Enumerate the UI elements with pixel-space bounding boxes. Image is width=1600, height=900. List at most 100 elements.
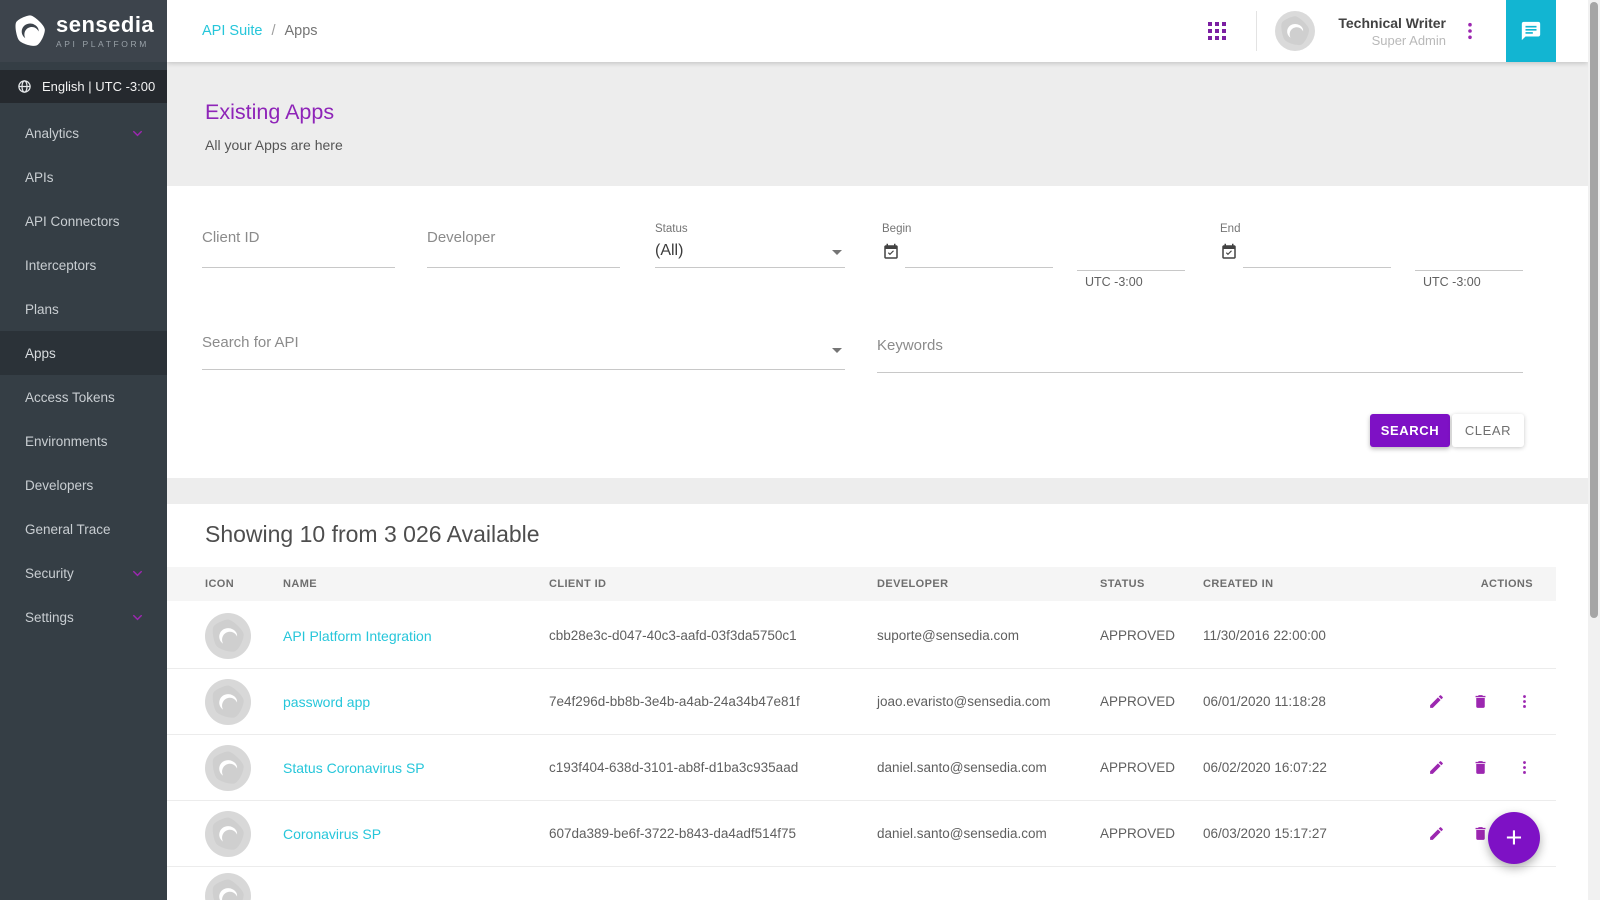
chat-icon — [1520, 20, 1542, 42]
chevron-down-icon — [130, 610, 145, 625]
filters-panel: Status (All) Begin UTC -3:00 End UTC -3:… — [167, 186, 1588, 478]
status-select[interactable]: (All) — [655, 238, 845, 268]
created-in-cell: 11/30/2016 22:00:00 — [1203, 628, 1390, 643]
sensedia-mark-icon — [209, 617, 247, 655]
avatar[interactable] — [1275, 11, 1315, 51]
user-info: Technical Writer Super Admin — [1328, 15, 1446, 48]
sidebar-item-security[interactable]: Security — [0, 551, 167, 595]
clear-button[interactable]: CLEAR — [1452, 414, 1524, 447]
delete-icon[interactable] — [1472, 693, 1489, 710]
app-icon — [205, 745, 251, 791]
client-id-cell: 607da389-be6f-3722-b843-da4adf514f75 — [549, 826, 877, 841]
status-cell: APPROVED — [1100, 628, 1203, 643]
status-cell: APPROVED — [1100, 760, 1203, 775]
sidebar-item-api-connectors[interactable]: API Connectors — [0, 199, 167, 243]
end-time-input[interactable] — [1415, 241, 1523, 271]
app-icon — [205, 873, 251, 900]
end-calendar-icon[interactable] — [1220, 243, 1238, 261]
col-name: NAME — [283, 578, 549, 590]
sidebar-item-access-tokens[interactable]: Access Tokens — [0, 375, 167, 419]
status-value: (All) — [655, 242, 683, 260]
sidebar-item-interceptors[interactable]: Interceptors — [0, 243, 167, 287]
caret-down-icon — [832, 250, 842, 255]
results-summary: Showing 10 from 3 026 Available — [205, 521, 1588, 548]
developer-input[interactable] — [427, 216, 620, 267]
sidebar-item-developers[interactable]: Developers — [0, 463, 167, 507]
language-switcher[interactable]: English | UTC -3:00 — [0, 70, 167, 103]
actions-cell — [1390, 693, 1533, 710]
developer-cell: suporte@sensedia.com — [877, 628, 1100, 643]
col-created-in: CREATED IN — [1203, 578, 1390, 590]
sidebar-nav: Analytics APIs API Connectors Intercepto… — [0, 103, 167, 639]
delete-icon[interactable] — [1472, 825, 1489, 842]
sidebar-item-environments[interactable]: Environments — [0, 419, 167, 463]
add-app-button[interactable]: + — [1488, 812, 1540, 864]
scrollbar-thumb[interactable] — [1590, 2, 1598, 618]
app-icon — [205, 679, 251, 725]
page-subtitle: All your Apps are here — [205, 137, 1588, 153]
app-name-link[interactable]: API Platform Integration — [283, 628, 549, 644]
begin-date-input[interactable] — [905, 238, 1053, 268]
table-row: Status Coronavirus SP c193f404-638d-3101… — [167, 735, 1556, 801]
sensedia-mark-icon — [209, 749, 247, 787]
begin-time-input[interactable] — [1077, 241, 1185, 271]
sidebar-item-plans[interactable]: Plans — [0, 287, 167, 331]
end-date-input[interactable] — [1243, 238, 1391, 268]
col-developer: DEVELOPER — [877, 578, 1100, 590]
globe-icon — [17, 79, 32, 94]
app-name-link[interactable]: Coronavirus SP — [283, 826, 549, 842]
sidebar-item-general-trace[interactable]: General Trace — [0, 507, 167, 551]
status-cell: APPROVED — [1100, 826, 1203, 841]
chevron-down-icon — [130, 126, 145, 141]
sensedia-mark-icon — [209, 877, 247, 900]
breadcrumb: API Suite / Apps — [202, 23, 318, 39]
edit-icon[interactable] — [1428, 693, 1445, 710]
language-label: English | UTC -3:00 — [42, 79, 155, 94]
table-row — [167, 867, 1556, 899]
begin-calendar-icon[interactable] — [882, 243, 900, 261]
table-row: Coronavirus SP 607da389-be6f-3722-b843-d… — [167, 801, 1556, 867]
api-select[interactable] — [202, 326, 845, 370]
api-search-input[interactable] — [202, 326, 845, 369]
breadcrumb-current: Apps — [284, 23, 317, 39]
developer-cell: daniel.santo@sensedia.com — [877, 826, 1100, 841]
sidebar-item-apis[interactable]: APIs — [0, 155, 167, 199]
section-divider — [167, 478, 1588, 504]
sidebar-item-analytics[interactable]: Analytics — [0, 111, 167, 155]
sidebar-item-settings[interactable]: Settings — [0, 595, 167, 639]
breadcrumb-api-suite[interactable]: API Suite — [202, 23, 262, 39]
apps-grid-icon[interactable] — [1208, 22, 1226, 40]
app-icon — [205, 811, 251, 857]
end-utc-label: UTC -3:00 — [1423, 275, 1481, 289]
app-name-link[interactable]: password app — [283, 694, 549, 710]
row-menu-kebab-icon[interactable] — [1516, 759, 1533, 776]
row-menu-kebab-icon[interactable] — [1516, 693, 1533, 710]
status-cell: APPROVED — [1100, 694, 1203, 709]
created-in-cell: 06/03/2020 15:17:27 — [1203, 826, 1390, 841]
caret-down-icon — [832, 348, 842, 353]
client-id-input[interactable] — [202, 216, 395, 267]
keywords-input[interactable] — [877, 329, 1523, 372]
col-actions: ACTIONS — [1390, 578, 1533, 590]
chat-button[interactable] — [1506, 0, 1556, 62]
page-header: Existing Apps All your Apps are here — [167, 62, 1588, 186]
begin-label: Begin — [882, 223, 911, 235]
actions-cell — [1390, 759, 1533, 776]
main-area: API Suite / Apps Technical Writer Super … — [167, 0, 1588, 900]
sidebar-item-apps[interactable]: Apps — [0, 331, 167, 375]
user-role: Super Admin — [1328, 33, 1446, 48]
brand-logo[interactable]: sensedia API PLATFORM — [0, 0, 167, 62]
user-name: Technical Writer — [1328, 15, 1446, 31]
topbar: API Suite / Apps Technical Writer Super … — [167, 0, 1588, 62]
topbar-divider — [1256, 11, 1257, 51]
table-row: password app 7e4f296d-bb8b-3e4b-a4ab-24a… — [167, 669, 1556, 735]
app-name-link[interactable]: Status Coronavirus SP — [283, 760, 549, 776]
edit-icon[interactable] — [1428, 825, 1445, 842]
user-menu-kebab-icon[interactable] — [1462, 22, 1478, 40]
search-button[interactable]: SEARCH — [1370, 414, 1450, 447]
status-label: Status — [655, 223, 688, 235]
delete-icon[interactable] — [1472, 759, 1489, 776]
page-scrollbar[interactable] — [1588, 0, 1600, 900]
edit-icon[interactable] — [1428, 759, 1445, 776]
col-client-id: CLIENT ID — [549, 578, 877, 590]
